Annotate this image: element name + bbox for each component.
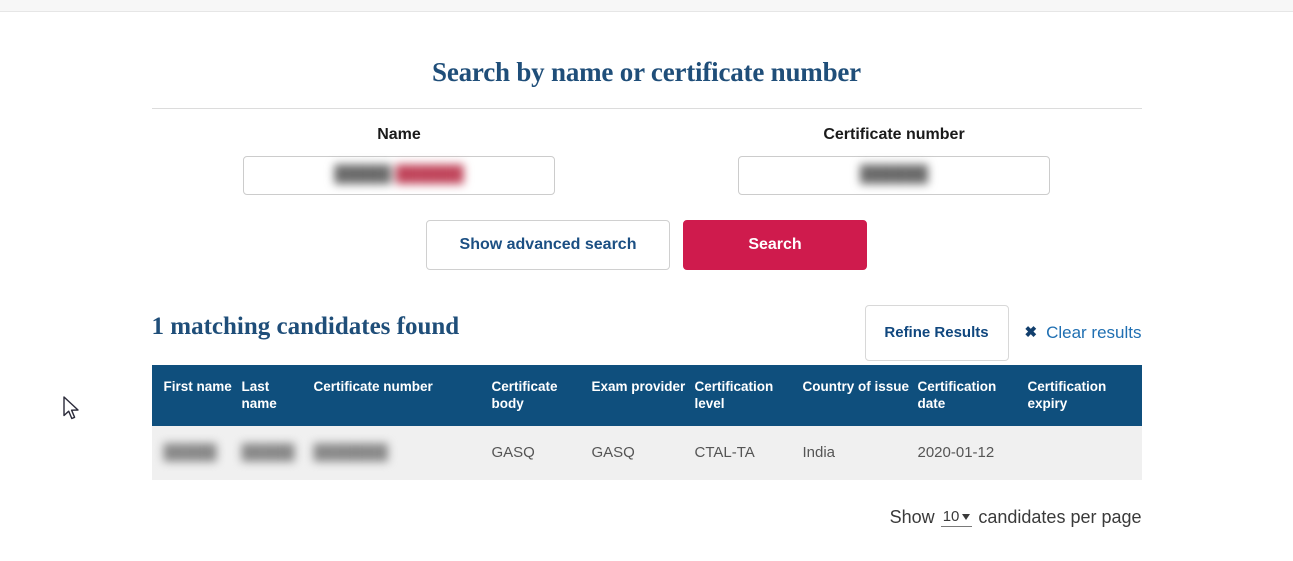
column-header-certificate-body[interactable]: Certificate body (491, 364, 592, 427)
results-table-head: First name Last name Certificate number … (151, 364, 1142, 427)
name-field-group: Name █████ ██████ (152, 125, 647, 195)
column-header-country-of-issue[interactable]: Country of issue (802, 364, 918, 427)
per-page-select[interactable]: 10 (940, 508, 973, 528)
name-field-label: Name (377, 125, 421, 143)
table-header-row: First name Last name Certificate number … (151, 364, 1142, 427)
page-content: Search by name or certificate number Nam… (0, 13, 1293, 528)
column-header-exam-provider[interactable]: Exam provider (591, 364, 695, 427)
search-button[interactable]: Search (683, 219, 867, 270)
cell-last-name: █████ (241, 426, 314, 481)
cell-exam-provider: GASQ (591, 426, 695, 481)
results-table-body: █████ █████ ███████ GASQ GASQ CTAL-TA In… (151, 426, 1142, 481)
column-header-certification-level[interactable]: Certification level (694, 364, 803, 427)
clear-results-label: Clear results (1046, 322, 1142, 342)
column-header-last-name[interactable]: Last name (241, 364, 314, 427)
name-input-value: █████ ██████ (334, 166, 464, 184)
search-container: Search by name or certificate number Nam… (151, 13, 1142, 528)
results-count: 1 matching candidates found (151, 312, 460, 340)
results-header: 1 matching candidates found Refine Resul… (151, 304, 1142, 361)
cell-certification-level: CTAL-TA (694, 426, 803, 481)
column-header-certification-expiry[interactable]: Certification expiry (1027, 364, 1142, 427)
results-actions: Refine Results ✖ Clear results (864, 304, 1142, 361)
search-actions: Show advanced search Search (152, 219, 1142, 270)
cell-certificate-body: GASQ (491, 426, 592, 481)
per-page-prefix: Show (889, 507, 935, 528)
cell-certification-expiry (1027, 426, 1142, 481)
table-row[interactable]: █████ █████ ███████ GASQ GASQ CTAL-TA In… (151, 426, 1142, 481)
show-advanced-search-button[interactable]: Show advanced search (426, 219, 670, 270)
per-page-control: Show 10 candidates per page (152, 507, 1142, 528)
title-divider (151, 107, 1142, 109)
column-header-certification-date[interactable]: Certification date (917, 364, 1028, 427)
clear-results-link[interactable]: ✖ Clear results (1025, 323, 1142, 343)
column-header-certificate-number[interactable]: Certificate number (313, 364, 492, 427)
per-page-value: 10 (942, 508, 960, 526)
cell-certification-date: 2020-01-12 (917, 426, 1028, 481)
certificate-number-input-value: ██████ (859, 166, 928, 184)
certificate-number-field-group: Certificate number ██████ (647, 125, 1142, 195)
chevron-down-icon (962, 513, 971, 520)
page-title: Search by name or certificate number (432, 57, 861, 87)
refine-results-button[interactable]: Refine Results (864, 304, 1009, 361)
certificate-number-field-label: Certificate number (823, 125, 965, 143)
results-table: First name Last name Certificate number … (151, 364, 1142, 481)
cell-country-of-issue: India (802, 426, 918, 481)
top-bar (0, 0, 1293, 12)
cell-first-name: █████ (151, 426, 242, 481)
cell-certificate-number: ███████ (313, 426, 492, 481)
per-page-suffix: candidates per page (978, 507, 1142, 528)
certificate-number-input[interactable]: ██████ (738, 155, 1050, 195)
column-header-first-name[interactable]: First name (151, 364, 242, 427)
search-form: Name █████ ██████ Certificate number ███… (152, 125, 1142, 195)
name-input[interactable]: █████ ██████ (243, 155, 555, 195)
close-x-icon: ✖ (1024, 324, 1038, 342)
